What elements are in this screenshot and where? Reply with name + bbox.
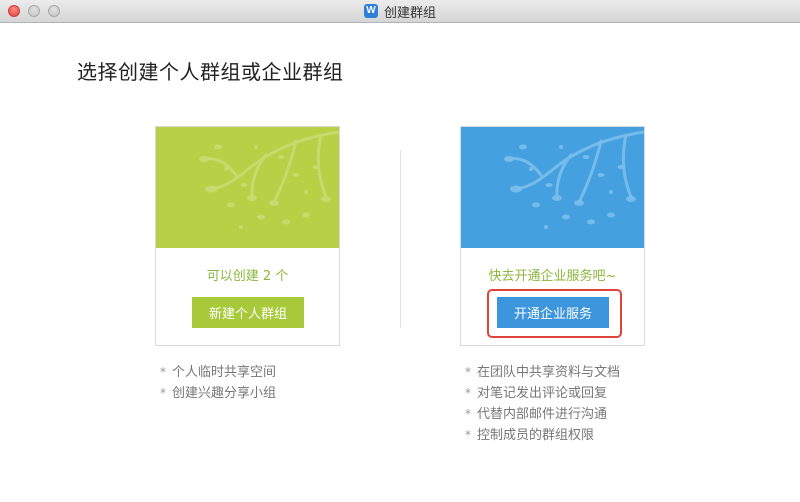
personal-group-card: 可以创建 2 个 新建个人群组: [155, 126, 340, 346]
bullet-icon: *: [160, 386, 166, 400]
list-item: * 创建兴趣分享小组: [160, 383, 276, 404]
feature-text: 控制成员的群组权限: [477, 428, 595, 443]
tree-illustration-icon: [504, 130, 644, 229]
page-title: 选择创建个人群组或企业群组: [77, 60, 344, 84]
bullet-icon: *: [465, 407, 471, 421]
bullet-icon: *: [465, 386, 471, 400]
feature-text: 个人临时共享空间: [172, 365, 277, 380]
bullet-icon: *: [465, 365, 471, 379]
feature-text: 代替内部邮件进行沟通: [477, 407, 608, 422]
enterprise-card-banner: [461, 127, 644, 248]
app-logo-icon: W: [363, 4, 378, 18]
tree-illustration-icon: [199, 130, 339, 229]
button-highlight-outline: [487, 289, 622, 338]
title-bar: W 创建群组: [0, 0, 800, 23]
feature-text: 创建兴趣分享小组: [172, 386, 277, 401]
enterprise-feature-list: * 在团队中共享资料与文档 * 对笔记发出评论或回复 * 代替内部邮件进行沟通 * 控制…: [465, 362, 620, 446]
bullet-icon: *: [465, 428, 471, 442]
personal-feature-list: * 个人临时共享空间 * 创建兴趣分享小组: [160, 362, 276, 404]
list-item: * 个人临时共享空间: [160, 362, 276, 383]
create-personal-group-button[interactable]: 新建个人群组: [192, 297, 304, 328]
bullet-icon: *: [160, 365, 166, 379]
list-item: * 在团队中共享资料与文档: [465, 362, 620, 383]
enterprise-service-prompt: 快去开通企业服务吧~: [488, 269, 617, 284]
list-item: * 控制成员的群组权限: [465, 425, 620, 446]
window-title: 创建群组: [383, 5, 436, 21]
create-group-window: W 创建群组 选择创建个人群组或企业群组 可以创建 2 个 新建个人群组 快去开…: [0, 0, 800, 502]
list-item: * 对笔记发出评论或回复: [465, 383, 620, 404]
feature-text: 在团队中共享资料与文档: [477, 365, 621, 380]
cards-divider: [400, 150, 401, 328]
window-title-group: W 创建群组: [0, 0, 800, 22]
list-item: * 代替内部邮件进行沟通: [465, 404, 620, 425]
personal-card-banner: [156, 127, 339, 248]
personal-group-quota: 可以创建 2 个: [206, 269, 289, 284]
feature-text: 对笔记发出评论或回复: [477, 386, 608, 401]
